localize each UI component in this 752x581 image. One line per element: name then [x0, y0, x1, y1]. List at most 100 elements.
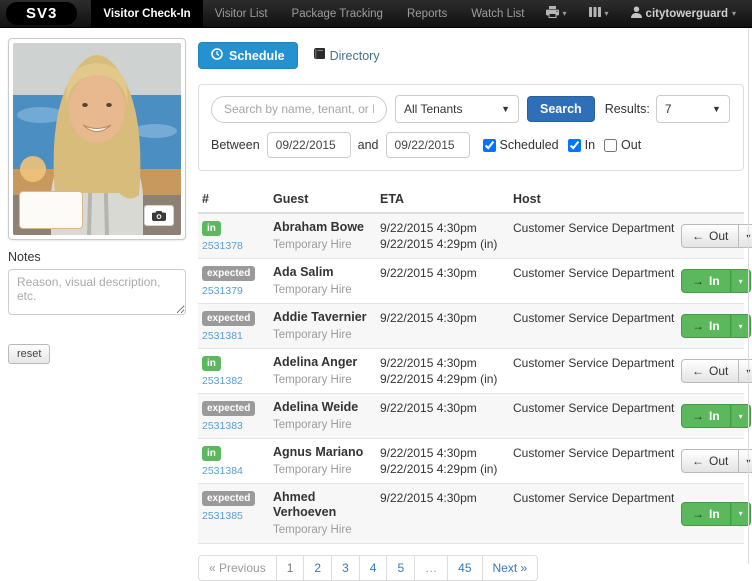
select-caret-icon: ▼	[711, 104, 721, 114]
check-out-split-button: ← Out ▾	[681, 449, 752, 473]
arrow-left-icon: ←	[692, 454, 704, 468]
checkbox-scheduled[interactable]	[482, 138, 496, 152]
table-header-number: #	[202, 192, 209, 206]
status-badge: in	[202, 356, 221, 371]
eta-line: 9/22/2015 4:29pm (in)	[380, 372, 498, 386]
badge-dispenser-dropdown[interactable]: ▾	[580, 0, 618, 28]
page-3[interactable]: 3	[331, 555, 360, 581]
filter-panel: All Tenants ▼ Search Results: 7 ▼ Betwee…	[198, 84, 744, 171]
nav-item-package-tracking[interactable]: Package Tracking	[280, 0, 395, 27]
action-label: In	[709, 506, 720, 521]
date-from-input[interactable]	[266, 132, 351, 158]
check-out-button[interactable]: ← Out	[681, 224, 740, 248]
check-in-button[interactable]: → In	[681, 501, 731, 526]
status-badge: in	[202, 221, 221, 236]
arrow-right-icon: →	[692, 409, 704, 423]
top-navbar: SV3 Visitor Check-In Visitor List Package …	[0, 0, 752, 28]
action-label: In	[709, 409, 720, 423]
eta-line: 9/22/2015 4:30pm	[380, 491, 477, 505]
page-previous: « Previous	[198, 555, 277, 581]
results-count-select[interactable]: 7 ▼	[655, 95, 730, 123]
action-dropdown-caret[interactable]: ▾	[739, 359, 752, 383]
check-out-split-button: ← Out ▾	[681, 359, 752, 383]
guest-type: Temporary Hire	[273, 374, 352, 386]
checkbox-label-scheduled: Scheduled	[482, 138, 559, 152]
check-in-button[interactable]: → In	[681, 404, 731, 428]
nav-item-visitor-list[interactable]: Visitor List	[203, 0, 280, 27]
action-dropdown-caret[interactable]: ▾	[739, 224, 752, 248]
printer-icon	[545, 6, 559, 21]
guest-type: Temporary Hire	[273, 524, 352, 536]
guest-name: Agnus Mariano	[273, 445, 364, 459]
page-5[interactable]: 5	[386, 555, 416, 581]
page-content: Notes reset Schedule Directory	[0, 28, 752, 581]
check-out-button[interactable]: ← Out	[681, 449, 740, 473]
guest-name: Ada Salim	[273, 265, 334, 279]
status-cell: expected 2531381	[202, 310, 269, 342]
arrow-left-icon: ←	[692, 364, 704, 378]
table-header-row: # Guest ETA Host	[198, 186, 744, 214]
guest-name: Addie Tavernier	[273, 310, 367, 324]
page-45[interactable]: 45	[447, 555, 483, 581]
eta-cell: 9/22/2015 4:30pm 9/22/2015 4:29pm (in)	[380, 220, 509, 252]
tenant-select[interactable]: All Tenants ▼	[395, 95, 519, 123]
visitor-id-link[interactable]: 2531384	[202, 465, 269, 477]
check-out-button[interactable]: ← Out	[681, 359, 740, 383]
badge-preview-overlay	[19, 191, 83, 229]
host-cell: Customer Service Department	[513, 221, 675, 235]
table-header-guest: Guest	[273, 192, 309, 206]
notes-textarea[interactable]	[8, 269, 186, 315]
camera-button[interactable]	[144, 205, 174, 226]
status-cell: in 2531382	[202, 355, 269, 387]
search-button[interactable]: Search	[527, 96, 595, 122]
page-2[interactable]: 2	[303, 555, 333, 581]
eta-cell: 9/22/2015 4:30pm	[380, 265, 509, 281]
checkbox-label-in: In	[567, 138, 595, 152]
eta-cell: 9/22/2015 4:30pm	[380, 490, 509, 506]
check-in-button[interactable]: → In	[681, 314, 731, 338]
status-badge: expected	[202, 401, 256, 416]
page-next[interactable]: Next »	[481, 555, 539, 581]
check-in-button[interactable]: → In	[681, 269, 731, 293]
status-filter-checkboxes: Scheduled In Out	[474, 138, 641, 152]
brand-logo[interactable]: SV3	[6, 2, 78, 25]
date-to-input[interactable]	[385, 132, 470, 158]
visitor-id-link[interactable]: 2531383	[202, 420, 269, 432]
visitor-id-link[interactable]: 2531385	[202, 510, 269, 522]
action-label: Out	[709, 454, 729, 468]
user-menu-dropdown[interactable]: citytowerguard ▾	[622, 0, 745, 28]
checkbox-out[interactable]	[604, 138, 618, 152]
user-name: citytowerguard	[645, 7, 728, 20]
visitor-id-link[interactable]: 2531378	[202, 240, 269, 252]
print-menu-dropdown[interactable]: ▾	[537, 0, 576, 28]
eta-line: 9/22/2015 4:30pm	[380, 311, 477, 325]
status-cell: expected 2531385	[202, 490, 269, 522]
guest-type: Temporary Hire	[273, 464, 352, 476]
nav-item-reports[interactable]: Reports	[395, 0, 459, 27]
reset-button[interactable]: reset	[8, 344, 51, 364]
action-dropdown-caret[interactable]: ▾	[739, 449, 752, 473]
tab-schedule[interactable]: Schedule	[198, 42, 298, 69]
search-input[interactable]	[211, 95, 387, 123]
tab-directory[interactable]: Directory	[313, 48, 380, 63]
results-label: Results:	[604, 102, 650, 116]
user-icon	[630, 6, 642, 21]
eta-line: 9/22/2015 4:30pm	[380, 401, 477, 415]
notes-label: Notes	[8, 250, 41, 264]
guest-type: Temporary Hire	[273, 419, 352, 431]
host-cell: Customer Service Department	[513, 401, 675, 415]
check-in-split-button: → In ▾	[681, 404, 751, 428]
visitor-id-link[interactable]: 2531379	[202, 285, 269, 297]
checkbox-label-out: Out	[604, 138, 641, 152]
visitor-id-link[interactable]: 2531381	[202, 330, 269, 342]
select-caret-icon: ▼	[501, 104, 510, 114]
between-label: Between	[211, 138, 260, 152]
visitor-id-link[interactable]: 2531382	[202, 375, 269, 387]
checkbox-in[interactable]	[567, 138, 581, 152]
nav-item-watch-list[interactable]: Watch List	[459, 0, 536, 27]
nav-item-visitor-check-in[interactable]: Visitor Check-In	[91, 0, 203, 27]
page-4[interactable]: 4	[358, 555, 388, 581]
host-cell: Customer Service Department	[513, 311, 675, 325]
arrow-right-icon: →	[692, 274, 704, 288]
status-badge: in	[202, 446, 221, 461]
